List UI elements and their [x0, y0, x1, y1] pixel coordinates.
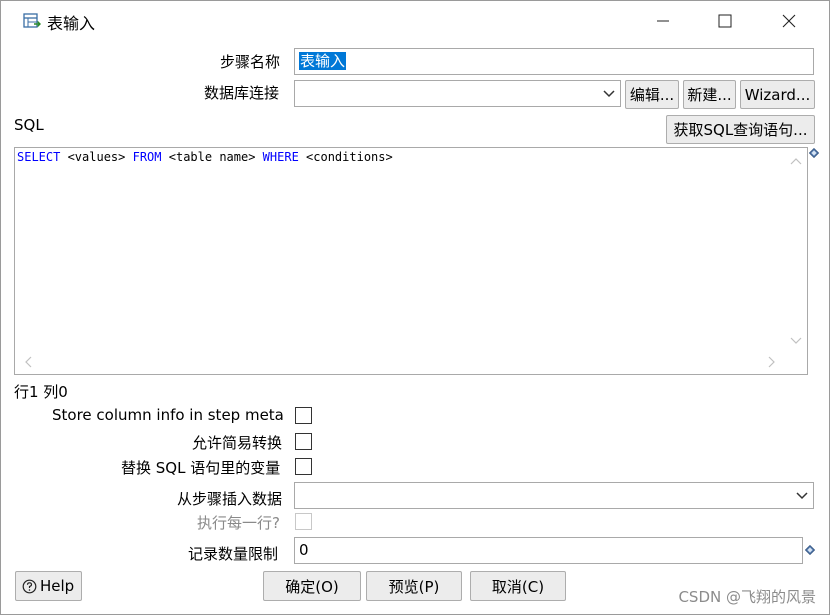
- cursor-position: 行1 列0: [14, 383, 68, 401]
- cancel-button[interactable]: 取消(C): [470, 571, 566, 601]
- wizard-button[interactable]: Wizard...: [740, 80, 815, 109]
- preview-button[interactable]: 预览(P): [366, 571, 462, 601]
- edit-connection-button[interactable]: 编辑...: [625, 80, 679, 109]
- limit-label: 记录数量限制: [188, 545, 279, 563]
- store-column-info-checkbox[interactable]: [295, 407, 312, 424]
- sql-text: SELECT <values> FROM <table name> WHERE …: [17, 150, 393, 164]
- help-label: Help: [40, 577, 75, 595]
- scroll-left-icon[interactable]: [23, 356, 33, 368]
- insert-from-step-label: 从步骤插入数据: [177, 490, 283, 508]
- sql-keyword-select: SELECT: [17, 150, 61, 164]
- execute-each-row-label: 执行每一行?: [197, 514, 280, 532]
- scroll-up-icon[interactable]: [790, 156, 802, 166]
- db-connection-label: 数据库连接: [204, 84, 280, 102]
- chevron-down-icon: [603, 89, 615, 97]
- db-connection-select[interactable]: [294, 80, 621, 107]
- watermark: CSDN @飞翔的风景: [678, 588, 816, 606]
- sql-label: SQL: [14, 116, 44, 134]
- sql-keyword-from: FROM: [132, 150, 162, 164]
- store-column-info-label: Store column info in step meta: [52, 406, 284, 424]
- help-icon: [22, 579, 37, 593]
- ok-button[interactable]: 确定(O): [263, 571, 361, 601]
- sql-conditions-token: <conditions>: [298, 150, 393, 164]
- scroll-right-icon[interactable]: [767, 356, 777, 368]
- limit-input[interactable]: 0: [294, 537, 803, 564]
- sql-keyword-where: WHERE: [262, 150, 299, 164]
- minimize-button[interactable]: [633, 3, 693, 39]
- sql-values-token: <values>: [60, 150, 133, 164]
- sql-editor[interactable]: SELECT <values> FROM <table name> WHERE …: [14, 147, 808, 375]
- table-input-icon: [23, 12, 41, 30]
- insert-from-step-select[interactable]: [294, 482, 814, 509]
- sql-table-token: <table name>: [161, 150, 263, 164]
- replace-variables-label: 替换 SQL 语句里的变量: [121, 459, 281, 477]
- scroll-down-icon[interactable]: [790, 336, 802, 346]
- variable-diamond-icon: [809, 148, 819, 158]
- step-name-input[interactable]: 表输入: [294, 48, 814, 75]
- new-connection-button[interactable]: 新建...: [683, 80, 736, 109]
- window-title: 表输入: [47, 14, 96, 33]
- chevron-down-icon: [796, 491, 808, 499]
- minimize-icon: [657, 20, 669, 22]
- step-name-value: 表输入: [299, 52, 347, 70]
- replace-variables-checkbox[interactable]: [295, 458, 312, 475]
- variable-diamond-icon: [805, 545, 815, 555]
- lazy-conversion-label: 允许简易转换: [192, 434, 283, 452]
- lazy-conversion-checkbox[interactable]: [295, 433, 312, 450]
- title-bar: 表输入: [1, 1, 829, 39]
- maximize-icon: [718, 14, 732, 28]
- step-name-label: 步骤名称: [220, 53, 281, 71]
- help-button[interactable]: Help: [15, 571, 82, 601]
- close-button[interactable]: [759, 3, 819, 39]
- execute-each-row-checkbox: [295, 513, 312, 530]
- maximize-button[interactable]: [695, 3, 755, 39]
- get-sql-button[interactable]: 获取SQL查询语句...: [666, 115, 815, 144]
- close-icon: [782, 14, 796, 28]
